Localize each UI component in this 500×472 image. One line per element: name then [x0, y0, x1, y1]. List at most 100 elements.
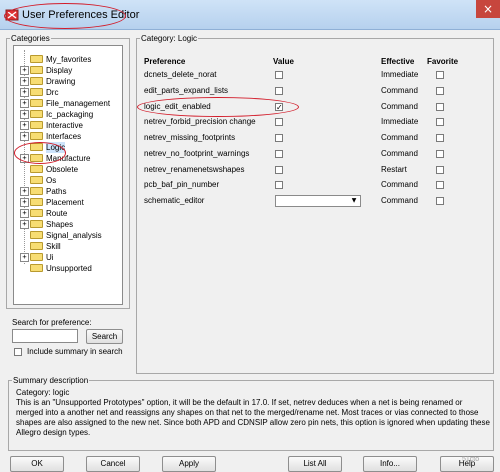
tree-item-unsupported[interactable]: Unsupported: [14, 263, 122, 274]
search-input[interactable]: [12, 329, 78, 343]
expand-icon[interactable]: +: [20, 110, 29, 119]
tree-item-label: Manufacture: [46, 154, 91, 163]
close-button[interactable]: ×: [476, 0, 500, 18]
tree-item-label: Unsupported: [46, 264, 92, 273]
favorite-checkbox[interactable]: [436, 102, 444, 111]
value-checkbox[interactable]: [275, 181, 283, 190]
search-label: Search for preference:: [12, 318, 92, 327]
folder-icon: [30, 88, 43, 96]
tree-item-manufacture[interactable]: + Manufacture: [14, 153, 122, 164]
expand-icon[interactable]: +: [20, 209, 29, 218]
tree-item-drc[interactable]: + Drc: [14, 87, 122, 98]
value-checkbox[interactable]: [275, 134, 283, 142]
folder-icon: [30, 55, 43, 63]
folder-icon: [30, 154, 43, 162]
folder-icon: [30, 77, 43, 85]
tree-item-label: Ui: [46, 253, 54, 262]
effective-value: Command: [381, 180, 418, 190]
tree-item-ic-packaging[interactable]: + Ic_packaging: [14, 109, 122, 120]
tree-item-signal-analysis[interactable]: Signal_analysis: [14, 230, 122, 241]
value-checkbox[interactable]: [275, 118, 283, 127]
expand-icon[interactable]: +: [20, 77, 29, 86]
folder-icon: [30, 187, 43, 195]
expand-icon[interactable]: +: [20, 198, 29, 207]
allegro-app-icon: [5, 9, 19, 21]
tree-item-logic[interactable]: Logic: [14, 142, 122, 153]
title-bar: User Preferences Editor ×: [0, 0, 500, 30]
value-checkbox[interactable]: [275, 149, 283, 158]
expand-icon[interactable]: +: [20, 154, 29, 163]
tree-item-shapes[interactable]: + Shapes: [14, 219, 122, 230]
effective-value: Immediate: [381, 117, 419, 127]
expand-icon[interactable]: +: [20, 220, 29, 229]
folder-icon: [30, 220, 43, 228]
tree-item-paths[interactable]: + Paths: [14, 186, 122, 197]
effective-value: Command: [381, 101, 418, 111]
tree-item-placement[interactable]: + Placement: [14, 197, 122, 208]
pref-name: netrev_renamenetswshapes: [144, 164, 245, 174]
favorite-checkbox[interactable]: [436, 181, 444, 190]
tree-item-label: Ic_packaging: [46, 110, 94, 119]
tree-item-drawing[interactable]: + Drawing: [14, 76, 122, 87]
tree-item-route[interactable]: + Route: [14, 208, 122, 219]
watermark: 51cto: [462, 456, 480, 463]
value-checkbox[interactable]: [275, 86, 283, 95]
value-checkbox[interactable]: [275, 71, 283, 79]
folder-icon: [30, 209, 43, 217]
tree-item-file-management[interactable]: + File_management: [14, 98, 122, 109]
expand-icon[interactable]: +: [20, 121, 29, 130]
folder-icon: [30, 242, 43, 250]
folder-icon: [30, 121, 43, 129]
tree-item-label: Os: [46, 176, 57, 185]
expand-icon[interactable]: +: [20, 132, 29, 141]
search-button[interactable]: Search: [86, 329, 123, 344]
tree-item-ui[interactable]: + Ui: [14, 252, 122, 263]
header-value: Value: [273, 57, 294, 66]
category-tree[interactable]: My_favorites + Display + Drawing + Drc + File_ma…: [13, 45, 123, 305]
summary-legend: Summary description: [13, 376, 89, 385]
category-title: Category: Logic: [141, 34, 198, 43]
tree-item-label: Skill: [46, 242, 61, 251]
window-title: User Preferences Editor: [22, 9, 140, 21]
effective-value: Restart: [381, 164, 407, 174]
tree-item-label: Logic: [46, 142, 66, 153]
favorite-checkbox[interactable]: [436, 197, 444, 205]
favorite-checkbox[interactable]: [436, 134, 444, 142]
tree-item-label: File_management: [46, 99, 111, 108]
tree-item-interactive[interactable]: + Interactive: [14, 120, 122, 131]
tree-item-skill[interactable]: Skill: [14, 241, 122, 252]
favorite-checkbox[interactable]: [436, 165, 444, 174]
pref-name: pcb_baf_pin_number: [144, 180, 220, 190]
include-summary-checkbox[interactable]: [14, 348, 22, 356]
expand-icon[interactable]: +: [20, 88, 29, 97]
value-checkbox[interactable]: [275, 165, 283, 174]
effective-value: Command: [381, 196, 418, 205]
tree-item-label: My_favorites: [46, 55, 92, 64]
tree-item-obsolete[interactable]: Obsolete: [14, 164, 122, 175]
effective-value: Command: [381, 148, 418, 158]
summary-text: Category: logic This is an "Unsupported …: [16, 388, 490, 437]
tree-item-my-favorites[interactable]: My_favorites: [14, 54, 122, 65]
value-checkbox[interactable]: ✓: [275, 102, 283, 111]
favorite-checkbox[interactable]: [436, 118, 444, 127]
tree-item-label: Signal_analysis: [46, 231, 102, 240]
expand-icon[interactable]: +: [20, 66, 29, 75]
tree-item-label: Interactive: [46, 121, 83, 130]
favorite-checkbox[interactable]: [436, 149, 444, 158]
folder-icon: [30, 198, 43, 206]
folder-icon: [30, 99, 43, 107]
expand-icon[interactable]: +: [20, 99, 29, 108]
tree-item-label: Placement: [46, 198, 84, 207]
favorite-checkbox[interactable]: [436, 86, 444, 95]
tree-item-interfaces[interactable]: + Interfaces: [14, 131, 122, 142]
tree-item-label: Obsolete: [46, 165, 79, 174]
chevron-down-icon[interactable]: ▼: [349, 197, 359, 205]
expand-icon[interactable]: +: [20, 187, 29, 196]
favorite-checkbox[interactable]: [436, 71, 444, 79]
schematic-editor-dropdown[interactable]: ▼: [275, 195, 361, 207]
tree-item-label: Paths: [46, 187, 67, 196]
tree-item-os[interactable]: Os: [14, 175, 122, 186]
tree-item-display[interactable]: + Display: [14, 65, 122, 76]
expand-icon[interactable]: +: [20, 253, 29, 262]
tree-item-label: Drc: [46, 88, 59, 97]
